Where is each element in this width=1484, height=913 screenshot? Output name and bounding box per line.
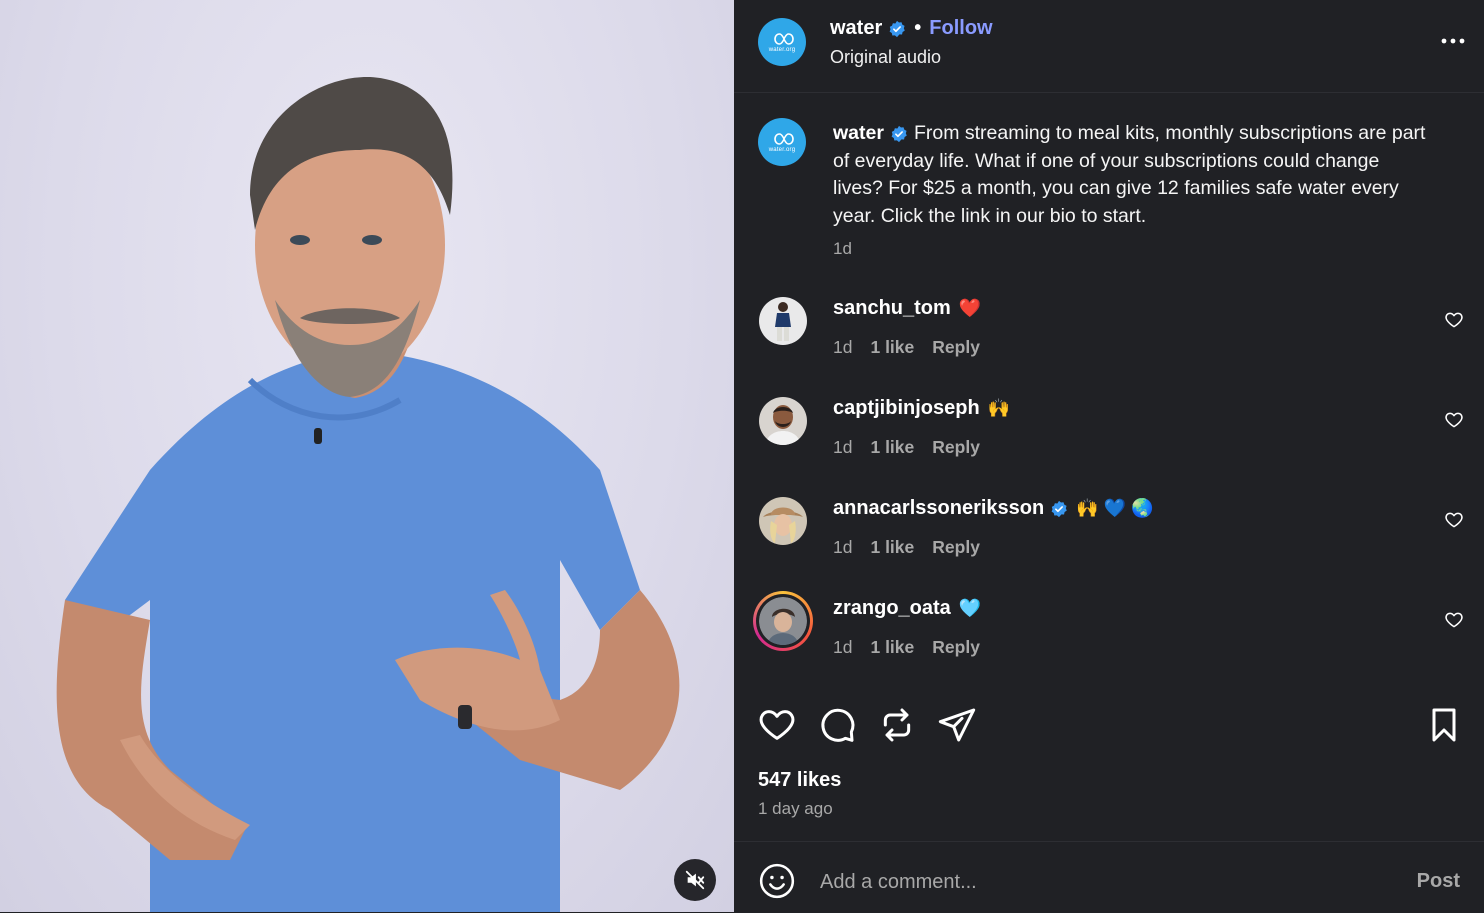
comment-username[interactable]: sanchu_tom bbox=[833, 297, 951, 320]
repost-icon[interactable] bbox=[877, 705, 917, 745]
comment-text: 🙌 💙 🌏 bbox=[1076, 498, 1154, 518]
comment-time: 1d bbox=[833, 437, 853, 457]
heart-outline-icon[interactable] bbox=[1444, 410, 1464, 430]
post-modal: water.org water • Follow Original audio bbox=[0, 0, 1484, 912]
infinity-logo-icon bbox=[774, 32, 794, 45]
author-username[interactable]: water bbox=[830, 17, 882, 40]
author-avatar[interactable]: water.org bbox=[758, 18, 806, 66]
comment-text: 🩵 bbox=[958, 598, 982, 618]
comment-item: annacarlssoneriksson 🙌 💙 🌏 1d 1 like Rep… bbox=[734, 497, 1484, 567]
add-comment-input[interactable] bbox=[818, 864, 1382, 900]
caption-text-block: water From streaming to meal kits, month… bbox=[833, 120, 1433, 230]
heart-outline-icon[interactable] bbox=[1444, 510, 1464, 530]
header-separator: • bbox=[914, 17, 922, 39]
caption-avatar[interactable]: water.org bbox=[758, 118, 806, 166]
comment-likes[interactable]: 1 like bbox=[870, 637, 914, 658]
heart-outline-icon[interactable] bbox=[1444, 610, 1464, 630]
share-send-icon[interactable] bbox=[937, 705, 977, 745]
post-header: water.org water • Follow Original audio bbox=[734, 0, 1484, 93]
avatar-wordmark: water.org bbox=[768, 46, 796, 53]
comment-meta: 1d 1 like Reply bbox=[833, 337, 980, 358]
comment-time: 1d bbox=[833, 637, 853, 657]
person-photo-icon bbox=[759, 597, 807, 645]
mute-button[interactable] bbox=[674, 859, 716, 901]
reply-button[interactable]: Reply bbox=[932, 637, 980, 658]
comment-username[interactable]: zrango_oata bbox=[833, 597, 951, 620]
comment-meta: 1d 1 like Reply bbox=[833, 537, 980, 558]
caption-text: From streaming to meal kits, monthly sub… bbox=[833, 122, 1426, 227]
comment-meta: 1d 1 like Reply bbox=[833, 437, 980, 458]
comment-header: captjibinjoseph 🙌 bbox=[833, 397, 1010, 420]
comment-username[interactable]: captjibinjoseph bbox=[833, 397, 980, 420]
action-bar bbox=[734, 700, 1484, 750]
person-photo-icon bbox=[765, 405, 801, 445]
comment-likes[interactable]: 1 like bbox=[870, 337, 914, 358]
comment-likes[interactable]: 1 like bbox=[870, 537, 914, 558]
likes-count[interactable]: 547 likes bbox=[758, 769, 841, 792]
like-heart-icon[interactable] bbox=[757, 705, 797, 745]
comment-header: sanchu_tom ❤️ bbox=[833, 297, 981, 320]
comment-meta: 1d 1 like Reply bbox=[833, 637, 980, 658]
caption-timestamp: 1d bbox=[833, 239, 852, 258]
commenter-avatar-story-ring[interactable] bbox=[753, 591, 813, 651]
comment-time: 1d bbox=[833, 337, 853, 357]
person-photo-icon bbox=[775, 302, 791, 341]
comment-text: ❤️ bbox=[958, 298, 982, 318]
comment-item: captjibinjoseph 🙌 1d 1 like Reply bbox=[734, 397, 1484, 467]
video-frame bbox=[56, 76, 680, 912]
avatar-wordmark: water.org bbox=[768, 146, 796, 153]
comment-time: 1d bbox=[833, 537, 853, 557]
comment-header: annacarlssoneriksson 🙌 💙 🌏 bbox=[833, 497, 1153, 520]
verified-badge-icon bbox=[1051, 500, 1067, 517]
verified-badge-icon bbox=[889, 20, 905, 37]
comment-bubble-icon[interactable] bbox=[817, 705, 857, 745]
post-side-panel: water.org water • Follow Original audio bbox=[734, 0, 1484, 912]
commenter-avatar[interactable] bbox=[759, 397, 807, 445]
verified-badge-icon bbox=[891, 125, 907, 142]
follow-button[interactable]: Follow bbox=[929, 17, 992, 40]
speaker-muted-icon bbox=[685, 870, 705, 890]
person-photo-icon bbox=[763, 507, 803, 543]
reply-button[interactable]: Reply bbox=[932, 437, 980, 458]
emoji-picker-icon[interactable] bbox=[758, 862, 796, 900]
heart-outline-icon[interactable] bbox=[1444, 310, 1464, 330]
commenter-avatar[interactable] bbox=[759, 297, 807, 345]
bookmark-save-icon[interactable] bbox=[1424, 705, 1464, 745]
infinity-logo-icon bbox=[774, 132, 794, 145]
author-name-row: water • Follow bbox=[830, 17, 993, 40]
post-comment-button[interactable]: Post bbox=[1417, 870, 1460, 893]
more-options-icon[interactable] bbox=[1440, 28, 1466, 54]
comment-likes[interactable]: 1 like bbox=[870, 437, 914, 458]
story-ring-gap bbox=[756, 594, 810, 648]
reply-button[interactable]: Reply bbox=[932, 537, 980, 558]
comment-item: sanchu_tom ❤️ 1d 1 like Reply bbox=[734, 297, 1484, 367]
comment-header: zrango_oata 🩵 bbox=[833, 597, 981, 620]
post-date: 1 day ago bbox=[758, 799, 833, 818]
comment-username[interactable]: annacarlssoneriksson bbox=[833, 497, 1044, 520]
comment-text: 🙌 bbox=[987, 398, 1011, 418]
commenter-avatar[interactable] bbox=[759, 497, 807, 545]
comment-item: zrango_oata 🩵 1d 1 like Reply bbox=[734, 591, 1484, 667]
caption-username[interactable]: water bbox=[833, 122, 884, 144]
reply-button[interactable]: Reply bbox=[932, 337, 980, 358]
comment-composer: Post bbox=[734, 841, 1484, 913]
audio-label[interactable]: Original audio bbox=[830, 47, 941, 68]
reel-video[interactable] bbox=[0, 0, 734, 912]
